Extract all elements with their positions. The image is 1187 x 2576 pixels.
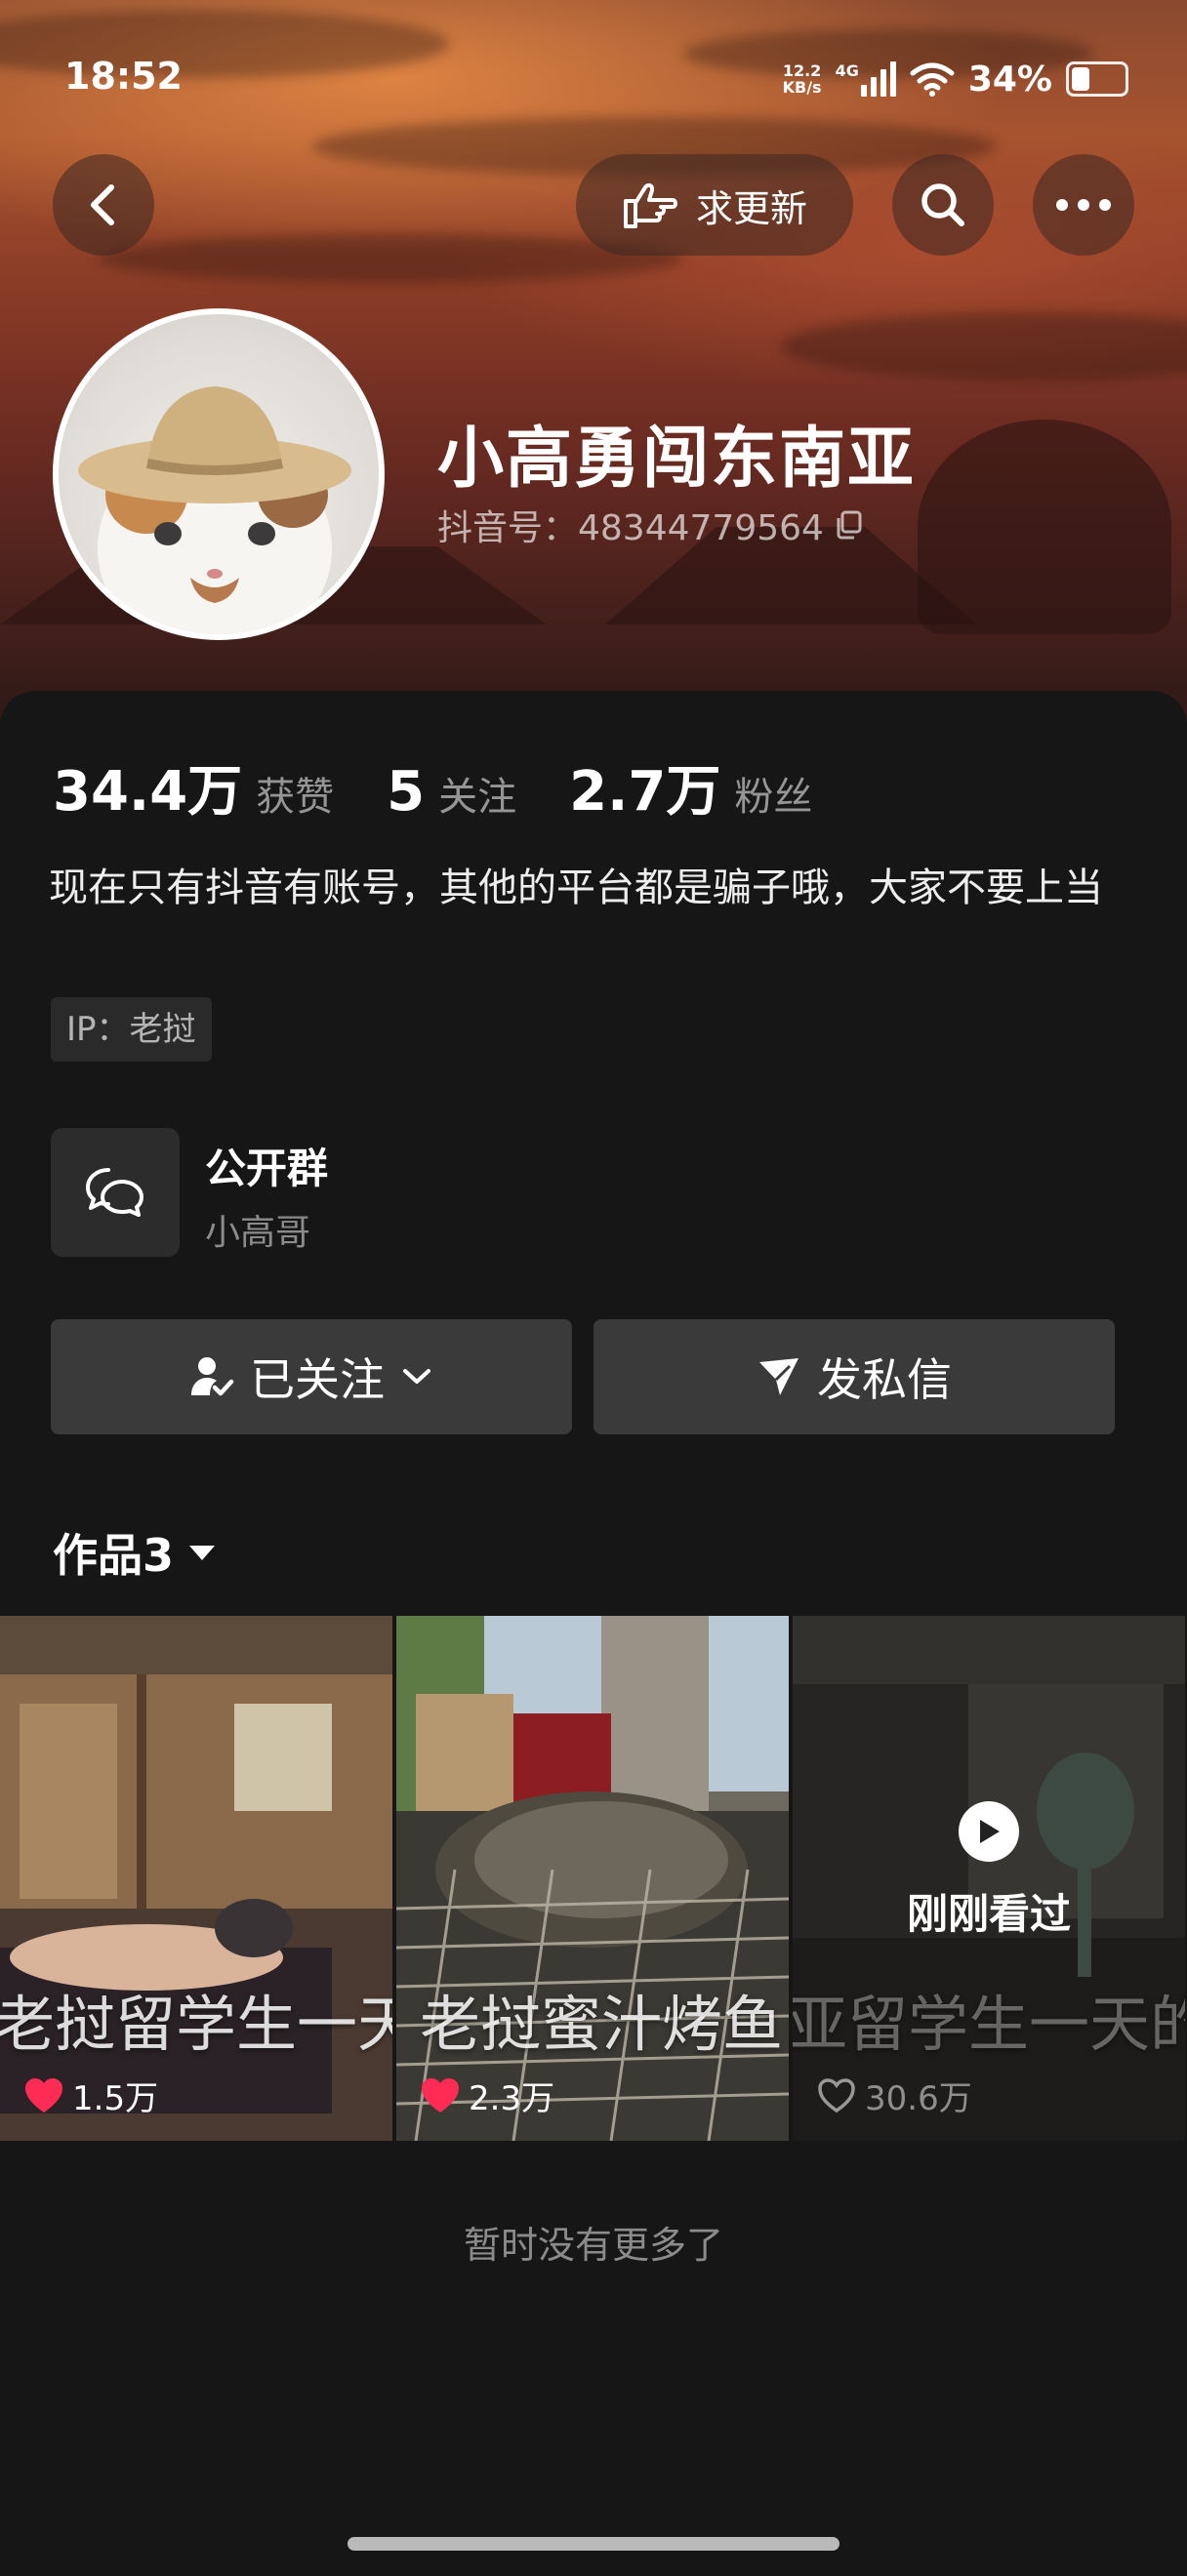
net-speed: 12.2 KB/s bbox=[782, 61, 822, 97]
search-button[interactable] bbox=[892, 154, 994, 256]
send-plane-icon bbox=[759, 1358, 798, 1395]
send-message-button[interactable]: 发私信 bbox=[594, 1319, 1115, 1434]
caret-down-icon bbox=[189, 1546, 216, 1560]
wifi-icon bbox=[910, 62, 955, 97]
video-tile[interactable]: 老挝留学生一天 1.5万 bbox=[0, 1616, 392, 2141]
douyin-id[interactable]: 抖音号：48344779564 bbox=[437, 500, 863, 550]
video-likes: 1.5万 bbox=[23, 2072, 158, 2119]
video-title: 老挝留学生一天 bbox=[0, 1989, 392, 2060]
video-likes-count: 1.5万 bbox=[72, 2079, 159, 2118]
chevron-left-icon bbox=[91, 184, 114, 225]
tab-works[interactable]: 作品3 bbox=[53, 1520, 217, 1585]
following-label: 关注 bbox=[438, 775, 517, 820]
video-likes: 2.3万 bbox=[420, 2072, 554, 2119]
heart-outline-icon bbox=[818, 2077, 855, 2113]
back-button[interactable] bbox=[53, 154, 154, 256]
no-more-text: 暂时没有更多了 bbox=[463, 2224, 723, 2267]
user-check-icon bbox=[191, 1357, 234, 1396]
recently-watched-overlay: 刚刚看过 bbox=[793, 1801, 1185, 1941]
status-time: 18:52 bbox=[64, 55, 183, 98]
play-icon bbox=[959, 1801, 1019, 1862]
video-likes: 30.6万 bbox=[816, 2072, 972, 2119]
video-likes-count: 2.3万 bbox=[469, 2079, 555, 2118]
heart-filled-icon bbox=[422, 2077, 459, 2113]
battery-icon bbox=[1066, 61, 1128, 97]
followers-label: 粉丝 bbox=[734, 775, 813, 820]
video-tile[interactable]: 亚留学生一天的 30.6万 刚刚看过 bbox=[793, 1616, 1185, 2141]
home-indicator[interactable] bbox=[348, 2537, 839, 2551]
group-chat-button[interactable] bbox=[51, 1128, 180, 1257]
likes-count[interactable]: 34.4万 bbox=[53, 747, 242, 826]
cat-with-hat-picture bbox=[78, 386, 351, 634]
pointing-hand-icon bbox=[623, 182, 677, 228]
ip-location-tag: IP：老挝 bbox=[51, 997, 212, 1062]
followers-count[interactable]: 2.7万 bbox=[569, 747, 720, 826]
group-subtitle: 小高哥 bbox=[205, 1213, 311, 1253]
followed-label: 已关注 bbox=[250, 1353, 385, 1406]
profile-stats: 34.4万 获赞 5 关注 2.7万 粉丝 bbox=[53, 747, 865, 826]
request-update-label: 求更新 bbox=[695, 186, 807, 230]
search-icon bbox=[921, 183, 964, 226]
battery-level bbox=[1072, 67, 1089, 91]
recently-watched-label: 刚刚看过 bbox=[906, 1890, 1071, 1938]
heart-filled-icon bbox=[25, 2077, 62, 2113]
cellular-signal-icon: 4G bbox=[836, 61, 896, 97]
following-count[interactable]: 5 bbox=[387, 760, 425, 824]
profile-bio: 现在只有抖音有账号，其他的平台都是骗子哦，大家不要上当 bbox=[49, 865, 1103, 910]
request-update-button[interactable]: 求更新 bbox=[576, 154, 853, 256]
copy-icon[interactable] bbox=[834, 509, 863, 541]
works-tab-label: 作品3 bbox=[53, 1529, 175, 1582]
followed-button[interactable]: 已关注 bbox=[51, 1319, 572, 1434]
avatar[interactable] bbox=[53, 308, 385, 640]
group-title[interactable]: 公开群 bbox=[205, 1136, 328, 1195]
video-tile[interactable]: 老挝蜜汁烤鱼 2.3万 bbox=[396, 1616, 789, 2141]
avatar-image bbox=[59, 314, 379, 634]
battery-percent: 34% bbox=[967, 59, 1052, 100]
more-button[interactable] bbox=[1033, 154, 1134, 256]
likes-label: 获赞 bbox=[256, 775, 335, 820]
video-title: 亚留学生一天的 bbox=[793, 1989, 1185, 2060]
video-title: 老挝蜜汁烤鱼 bbox=[420, 1989, 784, 2060]
chat-bubbles-icon bbox=[86, 1168, 143, 1217]
chevron-down-icon bbox=[403, 1369, 430, 1384]
send-message-label: 发私信 bbox=[817, 1353, 952, 1406]
status-indicators: 12.2 KB/s 4G 34% bbox=[783, 55, 1128, 103]
video-likes-count: 30.6万 bbox=[865, 2079, 972, 2118]
douyin-id-text: 抖音号：48344779564 bbox=[437, 508, 824, 548]
profile-nickname: 小高勇闯东南亚 bbox=[437, 421, 917, 498]
more-horizontal-icon bbox=[1056, 199, 1111, 211]
